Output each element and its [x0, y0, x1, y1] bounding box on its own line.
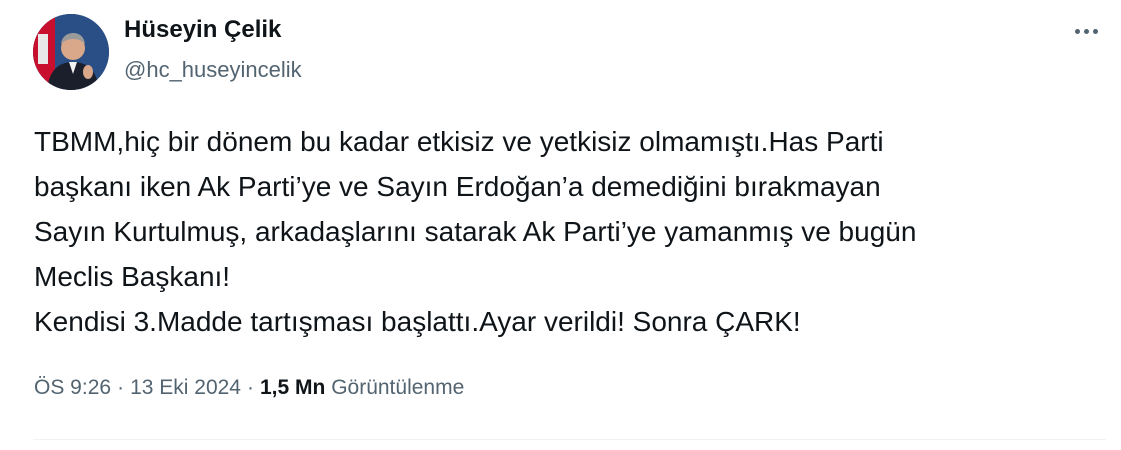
tweet-text: TBMM,hiç bir dönem bu kadar etkisiz ve y…	[34, 119, 1094, 344]
tweet-card: Hüseyin Çelik @hc_huseyincelik TBMM,hiç …	[0, 0, 1121, 450]
avatar[interactable]	[33, 14, 109, 90]
more-horizontal-icon[interactable]	[1066, 16, 1106, 46]
author-name[interactable]: Hüseyin Çelik	[124, 16, 281, 44]
author-handle[interactable]: @hc_huseyincelik	[124, 57, 302, 83]
tweet-date[interactable]: 13 Eki 2024	[130, 376, 241, 399]
tweet-text-line: başkanı iken Ak Parti’ye ve Sayın Erdoğa…	[34, 171, 881, 202]
avatar-image	[33, 14, 109, 90]
tweet-time[interactable]: ÖS 9:26	[34, 376, 111, 399]
views-count[interactable]: 1,5 Mn	[260, 376, 325, 399]
tweet-text-line: TBMM,hiç bir dönem bu kadar etkisiz ve y…	[34, 126, 884, 157]
views-label: Görüntülenme	[331, 376, 465, 399]
tweet-text-line: Sayın Kurtulmuş, arkadaşlarını satarak A…	[34, 216, 917, 247]
meta-separator: ·	[246, 376, 254, 399]
meta-separator: ·	[117, 376, 125, 399]
divider	[33, 439, 1106, 440]
tweet-text-line: Meclis Başkanı!	[34, 261, 231, 292]
tweet-text-line: Kendisi 3.Madde tartışması başlattı.Ayar…	[34, 306, 801, 337]
tweet-meta: ÖS 9:26 · 13 Eki 2024 · 1,5 Mn Görüntülenme	[34, 374, 464, 402]
